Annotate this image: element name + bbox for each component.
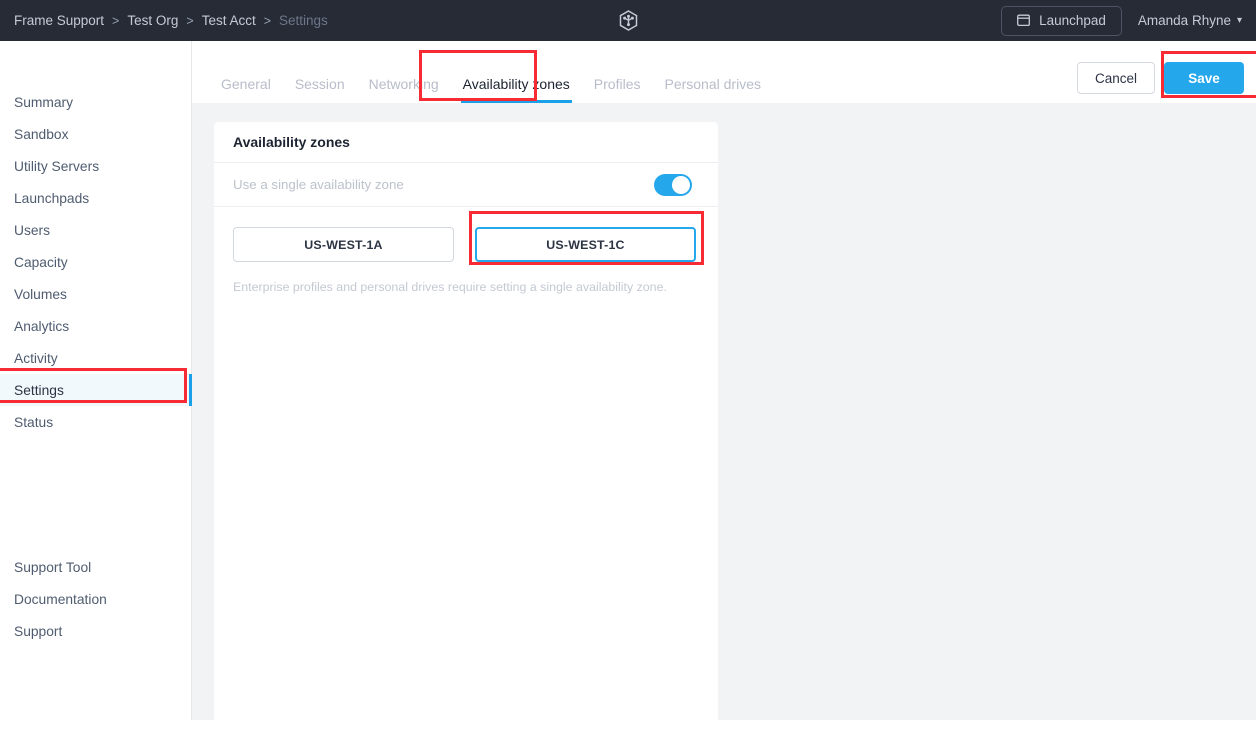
tab-label: Networking — [368, 76, 439, 92]
launchpad-button[interactable]: Launchpad — [1001, 5, 1122, 36]
tab-bar: General Session Networking Availability … — [192, 41, 1256, 103]
sidebar-item-label: Summary — [14, 94, 74, 110]
tab-profiles[interactable]: Profiles — [582, 76, 653, 103]
chevron-down-icon: ▾ — [1236, 14, 1242, 26]
user-menu[interactable]: Amanda Rhyne ▾ — [1138, 13, 1244, 28]
zone-hint-text: Enterprise profiles and personal drives … — [233, 280, 667, 294]
cancel-button[interactable]: Cancel — [1077, 62, 1155, 94]
sidebar-item-documentation[interactable]: Documentation — [0, 583, 191, 615]
sidebar-item-label: Support Tool — [14, 559, 92, 575]
tab-label: Availability zones — [462, 76, 570, 92]
sidebar-item-label: Launchpads — [14, 190, 90, 206]
breadcrumb-separator: > — [186, 13, 194, 28]
launchpad-button-label: Launchpad — [1039, 13, 1106, 28]
save-button[interactable]: Save — [1164, 62, 1244, 94]
sidebar: Summary Sandbox Utility Servers Launchpa… — [0, 41, 192, 720]
sidebar-item-label: Users — [14, 222, 51, 238]
breadcrumb-item-settings: Settings — [279, 13, 328, 28]
sidebar-item-label: Activity — [14, 350, 58, 366]
window-icon — [1017, 14, 1031, 27]
availability-zones-card: Availability zones Use a single availabi… — [214, 122, 718, 749]
tab-label: Profiles — [593, 76, 641, 92]
sidebar-item-label: Status — [14, 414, 54, 430]
tab-personal-drives[interactable]: Personal drives — [652, 76, 773, 103]
breadcrumb-separator: > — [112, 13, 120, 28]
sidebar-item-utility-servers[interactable]: Utility Servers — [0, 150, 191, 182]
zone-button-us-west-1c[interactable]: US-WEST-1C — [475, 227, 696, 262]
sidebar-secondary-nav: Support Tool Documentation Support — [0, 551, 191, 647]
tab-label: Personal drives — [664, 76, 761, 92]
tab-availability-zones[interactable]: Availability zones — [451, 76, 582, 103]
sidebar-primary-nav: Summary Sandbox Utility Servers Launchpa… — [0, 86, 192, 438]
sidebar-item-label: Analytics — [14, 318, 70, 334]
top-header-bar: Frame Support > Test Org > Test Acct > S… — [0, 0, 1256, 41]
active-tab-underline — [460, 100, 572, 103]
sidebar-item-launchpads[interactable]: Launchpads — [0, 182, 191, 214]
breadcrumb: Frame Support > Test Org > Test Acct > S… — [14, 13, 328, 28]
sidebar-item-label: Sandbox — [14, 126, 69, 142]
single-zone-toggle-row: Use a single availability zone — [214, 163, 718, 207]
tab-session[interactable]: Session — [283, 76, 357, 103]
tab-general[interactable]: General — [209, 76, 283, 103]
sidebar-item-users[interactable]: Users — [0, 214, 191, 246]
sidebar-item-settings[interactable]: Settings — [0, 374, 192, 406]
single-zone-toggle[interactable] — [654, 173, 692, 196]
sidebar-item-label: Documentation — [14, 591, 107, 607]
sidebar-item-volumes[interactable]: Volumes — [0, 278, 191, 310]
toggle-knob — [672, 175, 690, 194]
breadcrumb-item-frame-support[interactable]: Frame Support — [14, 13, 104, 28]
main-content: General Session Networking Availability … — [192, 41, 1256, 749]
sidebar-item-label: Support — [14, 623, 63, 639]
zone-selector: US-WEST-1A US-WEST-1C — [214, 207, 718, 262]
single-zone-toggle-label: Use a single availability zone — [233, 177, 404, 192]
sidebar-item-capacity[interactable]: Capacity — [0, 246, 191, 278]
sidebar-item-label: Utility Servers — [14, 158, 100, 174]
sidebar-item-label: Volumes — [14, 286, 67, 302]
sidebar-item-support[interactable]: Support — [0, 615, 191, 647]
tab-networking[interactable]: Networking — [357, 76, 451, 103]
zone-button-us-west-1a[interactable]: US-WEST-1A — [233, 227, 454, 262]
tab-label: General — [221, 76, 271, 92]
sidebar-item-label: Settings — [14, 382, 64, 398]
breadcrumb-separator: > — [263, 13, 272, 28]
tab-list: General Session Networking Availability … — [209, 76, 773, 103]
sidebar-item-sandbox[interactable]: Sandbox — [0, 118, 191, 150]
cube-logo-icon — [619, 10, 638, 31]
sidebar-item-analytics[interactable]: Analytics — [0, 310, 191, 342]
breadcrumb-item-test-org[interactable]: Test Org — [127, 13, 178, 28]
user-menu-label: Amanda Rhyne — [1137, 13, 1231, 28]
sidebar-item-support-tool[interactable]: Support Tool — [0, 551, 191, 583]
sidebar-item-label: Capacity — [14, 254, 68, 270]
sidebar-item-status[interactable]: Status — [0, 406, 191, 438]
sidebar-item-activity[interactable]: Activity — [0, 342, 191, 374]
sidebar-item-summary[interactable]: Summary — [0, 86, 191, 118]
header-actions: Launchpad Amanda Rhyne ▾ — [1001, 0, 1244, 41]
form-actions: Cancel Save — [1077, 62, 1244, 94]
tab-label: Session — [294, 76, 345, 92]
breadcrumb-item-test-acct[interactable]: Test Acct — [202, 13, 256, 28]
card-title: Availability zones — [214, 122, 718, 163]
